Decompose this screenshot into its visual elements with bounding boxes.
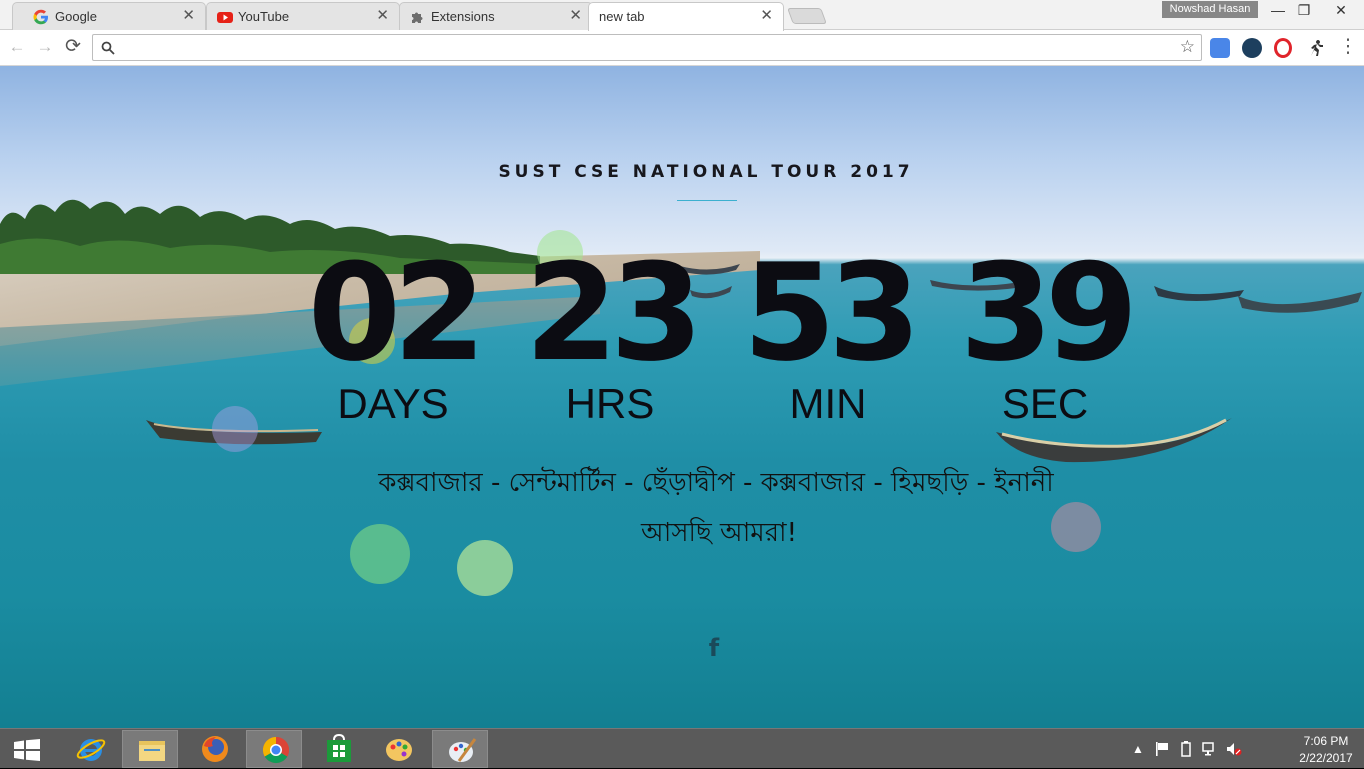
tab-google[interactable]: Google ✕ [12, 2, 206, 30]
close-window-button[interactable]: ✕ [1326, 0, 1356, 20]
tab-title: Extensions [431, 9, 495, 24]
power-icon[interactable] [1178, 741, 1194, 757]
page-viewport: SUST CSE NATIONAL TOUR 2017 02 DAYS 23 H… [0, 66, 1364, 728]
taskbar-firefox[interactable] [186, 730, 242, 768]
boat-image [1238, 292, 1362, 313]
chrome-menu-button[interactable]: ⋮ [1337, 36, 1359, 58]
taskbar-paint[interactable] [370, 730, 426, 768]
system-tray: ▲ 7:06 PM 2/22/2017 [1132, 729, 1364, 769]
bookmark-star-icon[interactable]: ☆ [1180, 37, 1195, 57]
reload-button[interactable]: ⟳ [62, 36, 84, 58]
network-icon[interactable] [1202, 741, 1218, 757]
search-icon [101, 41, 115, 55]
translate-extension-icon[interactable] [1210, 38, 1230, 58]
countdown-value: 39 [959, 235, 1138, 391]
puzzle-icon [412, 12, 423, 23]
close-icon[interactable]: ✕ [760, 7, 773, 25]
close-icon[interactable]: ✕ [376, 7, 389, 25]
tab-title: YouTube [238, 9, 290, 24]
store-icon [327, 734, 351, 762]
tour-route: কক্সবাজার - সেন্টমার্টিন - ছেঁড়াদ্বীপ -… [378, 468, 1054, 498]
profile-button[interactable]: Nowshad Hasan [1162, 1, 1258, 18]
volume-muted-icon[interactable] [1226, 741, 1242, 757]
restore-button[interactable]: ❐ [1289, 0, 1319, 20]
tab-title: Google [55, 9, 97, 24]
taskbar-file-explorer[interactable] [122, 730, 178, 768]
clock-date[interactable]: 2/22/2017 [1296, 751, 1356, 765]
countdown-value: 53 [742, 235, 921, 391]
tab-youtube[interactable]: YouTube ✕ [206, 2, 400, 30]
flag-icon[interactable] [1154, 741, 1170, 757]
countdown-days: 02 DAYS [293, 246, 493, 426]
tab-extensions[interactable]: Extensions ✕ [399, 2, 593, 30]
windows-taskbar: ▲ 7:06 PM 2/22/2017 [0, 728, 1364, 768]
tab-strip: Google ✕ YouTube ✕ Extensions ✕ new tab … [0, 0, 1364, 31]
tab-title: new tab [599, 9, 645, 24]
taskbar-internet-explorer[interactable] [62, 730, 118, 768]
tab-new-tab[interactable]: new tab ✕ [588, 2, 784, 31]
youtube-icon [217, 12, 233, 23]
eye-extension-icon[interactable] [1242, 38, 1262, 58]
decorative-bubble [212, 406, 258, 452]
title-divider [677, 200, 737, 201]
taskbar-store[interactable] [310, 730, 366, 768]
countdown-minutes: 53 MIN [728, 246, 928, 426]
boat-image [1154, 286, 1244, 301]
internet-explorer-icon [76, 739, 106, 761]
countdown-value: 02 [307, 235, 486, 391]
close-icon[interactable]: ✕ [182, 7, 195, 25]
windows-start-icon[interactable] [14, 739, 40, 761]
countdown-value: 23 [524, 235, 703, 391]
omnibox[interactable]: ☆ [92, 34, 1202, 61]
paint-palette-icon [386, 739, 412, 761]
close-icon[interactable]: ✕ [569, 7, 582, 25]
show-hidden-icon[interactable]: ▲ [1130, 741, 1146, 757]
tagline: আসছি আমরা! [641, 518, 797, 548]
folder-icon [139, 741, 165, 761]
firefox-icon [202, 736, 228, 762]
facebook-icon[interactable]: f [706, 634, 722, 662]
new-tab-button[interactable] [787, 8, 827, 24]
clock-time[interactable]: 7:06 PM [1296, 734, 1356, 748]
chrome-icon [262, 736, 290, 764]
browser-toolbar: ← → ⟳ ☆ ⋮ [0, 30, 1364, 66]
paint-brush-icon [449, 738, 477, 762]
forward-button[interactable]: → [34, 36, 56, 58]
page-title: SUST CSE NATIONAL TOUR 2017 [498, 162, 914, 182]
runner-extension-icon[interactable] [1306, 38, 1326, 58]
taskbar-chrome[interactable] [246, 730, 302, 768]
back-button[interactable]: ← [6, 36, 28, 58]
address-input[interactable] [123, 38, 1163, 57]
opera-extension-icon[interactable] [1274, 38, 1292, 58]
taskbar-paint-alt[interactable] [432, 730, 488, 768]
google-icon [33, 9, 48, 25]
countdown-hours: 23 HRS [510, 246, 710, 426]
countdown-seconds: 39 SEC [945, 246, 1145, 426]
